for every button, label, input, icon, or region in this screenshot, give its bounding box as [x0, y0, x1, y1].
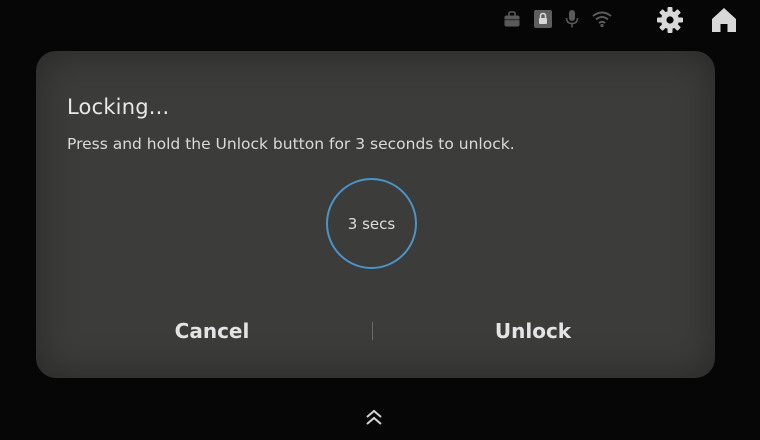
wifi-icon — [592, 11, 612, 28]
unlock-button[interactable]: Unlock — [413, 312, 653, 350]
double-chevron-up-icon[interactable] — [364, 408, 384, 428]
lock-dialog: Locking... Press and hold the Unlock but… — [36, 51, 715, 378]
bag-icon — [504, 11, 520, 27]
gear-icon[interactable] — [656, 6, 684, 34]
lock-icon — [534, 10, 552, 28]
button-divider — [372, 322, 373, 340]
status-bar — [0, 0, 760, 40]
dialog-title: Locking... — [67, 95, 170, 119]
dialog-message: Press and hold the Unlock button for 3 s… — [67, 135, 515, 153]
countdown-label: 3 secs — [347, 214, 396, 233]
cancel-button[interactable]: Cancel — [92, 312, 332, 350]
microphone-icon — [565, 10, 579, 28]
home-icon[interactable] — [710, 6, 738, 34]
countdown-ring: 3 secs — [326, 178, 417, 269]
